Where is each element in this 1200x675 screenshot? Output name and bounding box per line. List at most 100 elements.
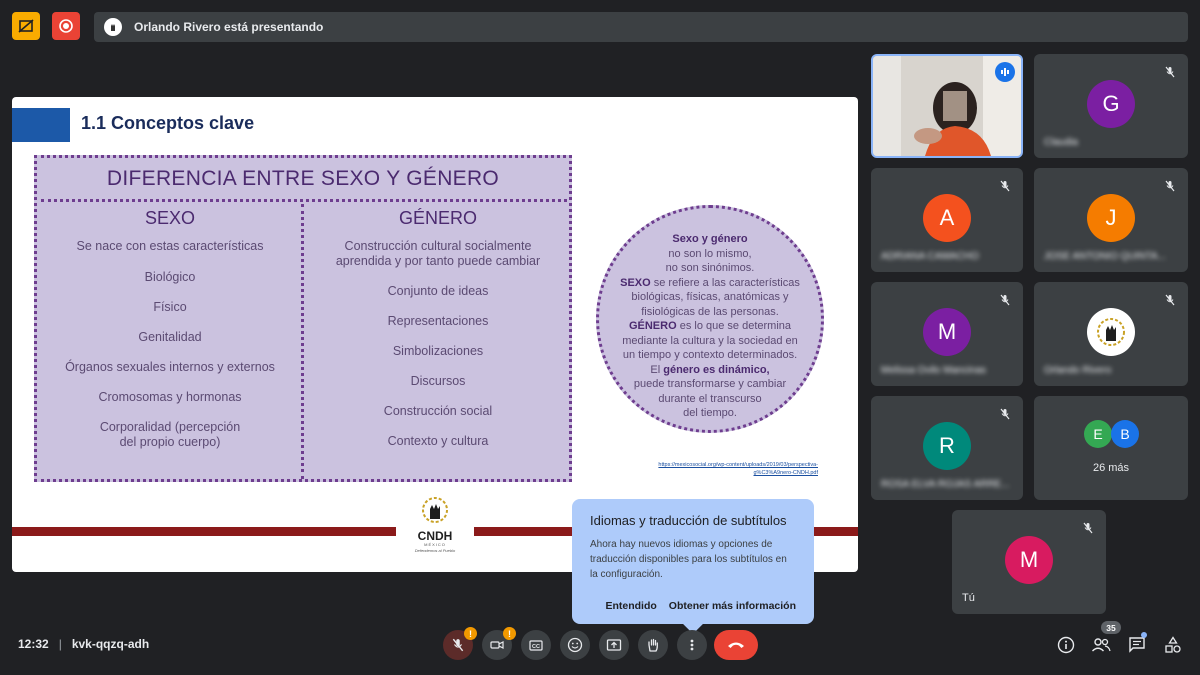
captions-button[interactable]: CC: [521, 630, 551, 660]
sexo-term: SEXO: [620, 276, 651, 289]
participant-tile[interactable]: Orlando Rivero: [1034, 282, 1188, 386]
avatar: [1087, 308, 1135, 356]
record-icon: [59, 19, 73, 33]
reactions-button[interactable]: [560, 630, 590, 660]
camera-warning-badge: !: [503, 627, 516, 640]
avatar: M: [1005, 536, 1053, 584]
participant-name: JOSE ANTONIO QUINTA...: [1044, 251, 1166, 262]
participant-name: ROSA ELVA ROJAS ARRE...: [881, 479, 1010, 490]
more-vert-icon: [690, 639, 694, 651]
mic-off-icon: [452, 638, 464, 652]
list-item: Conjunto de ideas: [387, 284, 489, 298]
got-it-button[interactable]: Entendido: [605, 600, 656, 612]
list-item: Contexto y cultura: [387, 434, 489, 448]
raise-hand-button[interactable]: [638, 630, 668, 660]
avatar: J: [1087, 194, 1135, 242]
genero-heading: GÉNERO: [398, 208, 477, 228]
meeting-code: kvk-qqzq-adh: [71, 637, 150, 651]
difference-box: DIFERENCIA ENTRE SEXO Y GÉNERO SEXO Se n…: [34, 155, 572, 482]
camera-off-icon: [490, 641, 504, 649]
people-button[interactable]: [1090, 634, 1112, 656]
participant-name: Melissa Ovilo Mancinas: [881, 365, 987, 376]
mic-toggle-button[interactable]: !: [443, 627, 477, 660]
circle-line: fisiológicas de las personas.: [641, 305, 779, 318]
toggle-self-view-button[interactable]: [12, 12, 40, 40]
avatar: E: [1084, 420, 1112, 448]
people-icon: [1092, 638, 1111, 652]
list-item: Discursos: [410, 374, 466, 388]
divider: [41, 199, 567, 202]
list-item: Corporalidad (percepción del propio cuer…: [99, 420, 241, 449]
recording-button[interactable]: [52, 12, 80, 40]
mic-off-icon: [1165, 180, 1175, 192]
difference-title: DIFERENCIA ENTRE SEXO Y GÉNERO: [106, 167, 500, 190]
divider: [301, 204, 304, 479]
chat-icon: [1129, 637, 1145, 653]
source-link-line: https://mexicosocial.org/wp-content/uplo…: [658, 462, 818, 468]
participant-name: ADRIANA CAMACHO: [881, 251, 979, 262]
emoji-icon: [567, 637, 583, 653]
list-item: Biológico: [144, 270, 196, 284]
cndh-logo: CNDH MÉXICO Defendemos al Pueblo: [408, 495, 462, 557]
footer-band-left: [12, 527, 396, 536]
leave-call-button[interactable]: [714, 630, 758, 660]
speaking-indicator: [995, 62, 1015, 82]
circle-line: del tiempo.: [683, 407, 737, 419]
more-options-button[interactable]: [677, 630, 707, 660]
closed-captions-icon: CC: [529, 640, 543, 651]
circle-line: durante el transcurso: [658, 392, 762, 405]
camera-toggle-button[interactable]: !: [482, 627, 516, 660]
participant-name: Orlando Rivero: [1044, 365, 1112, 376]
circle-line: no son sinónimos.: [665, 262, 755, 274]
list-item: Representaciones: [387, 314, 489, 328]
activities-button[interactable]: [1162, 634, 1184, 656]
participant-name: Claudia: [1044, 137, 1078, 148]
avatar: M: [923, 308, 971, 356]
list-item: Construcción social: [383, 404, 493, 418]
circle-text: El: [650, 363, 664, 376]
list-item: Cromosomas y hormonas: [98, 390, 242, 404]
source-link-line: g%C3%A9nero-CNDH.pdf: [753, 470, 819, 476]
participant-tile-speaking[interactable]: [871, 54, 1023, 158]
popover-body: Ahora hay nuevos idiomas y opciones de t…: [590, 539, 787, 580]
list-item: Órganos sexuales internos y externos: [65, 360, 275, 374]
learn-more-button[interactable]: Obtener más información: [669, 600, 796, 612]
sexo-column: SEXO Se nace con estas características B…: [43, 208, 297, 450]
presenter-avatar: [104, 18, 122, 36]
present-screen-button[interactable]: [599, 630, 629, 660]
meeting-info: 12:32 | kvk-qqzq-adh: [18, 637, 149, 651]
dynamic-term: género es dinámico,: [663, 363, 770, 376]
cndh-text: CNDH: [417, 529, 453, 543]
circle-line: mediante la cultura y la sociedad en: [622, 334, 798, 347]
participant-tile[interactable]: M Melissa Ovilo Mancinas: [871, 282, 1023, 386]
activities-icon: [1165, 636, 1181, 653]
mic-off-icon: [1000, 294, 1010, 306]
self-tile[interactable]: M Tú: [952, 510, 1106, 614]
separator: |: [58, 637, 62, 651]
popover-actions: Entendido Obtener más información: [605, 600, 796, 612]
list-item: Construcción cultural socialmente aprend…: [335, 239, 541, 268]
circle-line: biológicas, físicas, anatómicas y: [631, 291, 789, 303]
hang-up-icon: [728, 642, 744, 648]
definition-circle: Sexo y género no son lo mismo, no son si…: [596, 205, 824, 433]
mic-off-icon: [1000, 408, 1010, 420]
chat-button[interactable]: [1126, 632, 1148, 656]
source-link[interactable]: https://mexicosocial.org/wp-content/uplo…: [618, 461, 818, 477]
more-participants-tile[interactable]: E B 26 más: [1034, 396, 1188, 500]
hand-icon: [648, 638, 658, 652]
mic-off-icon: [1083, 522, 1093, 534]
sexo-heading: SEXO: [144, 208, 196, 228]
genero-term: GÉNERO: [628, 320, 677, 332]
participant-tile[interactable]: R ROSA ELVA ROJAS ARRE...: [871, 396, 1023, 500]
participant-tile[interactable]: J JOSE ANTONIO QUINTA...: [1034, 168, 1188, 272]
presenting-text: Orlando Rivero está presentando: [134, 20, 324, 34]
circle-line: GÉNERO es lo que se determina: [599, 319, 821, 334]
participant-name: Tú: [962, 592, 975, 604]
participant-count-badge: 35: [1101, 621, 1121, 634]
participant-tile[interactable]: G Claudia: [1034, 54, 1188, 158]
circle-line: no son lo mismo,: [668, 247, 752, 260]
hide-tile-icon: [18, 19, 34, 33]
meeting-details-button[interactable]: [1055, 634, 1077, 656]
participant-tile[interactable]: A ADRIANA CAMACHO: [871, 168, 1023, 272]
cndh-emblem-icon: [422, 497, 448, 523]
